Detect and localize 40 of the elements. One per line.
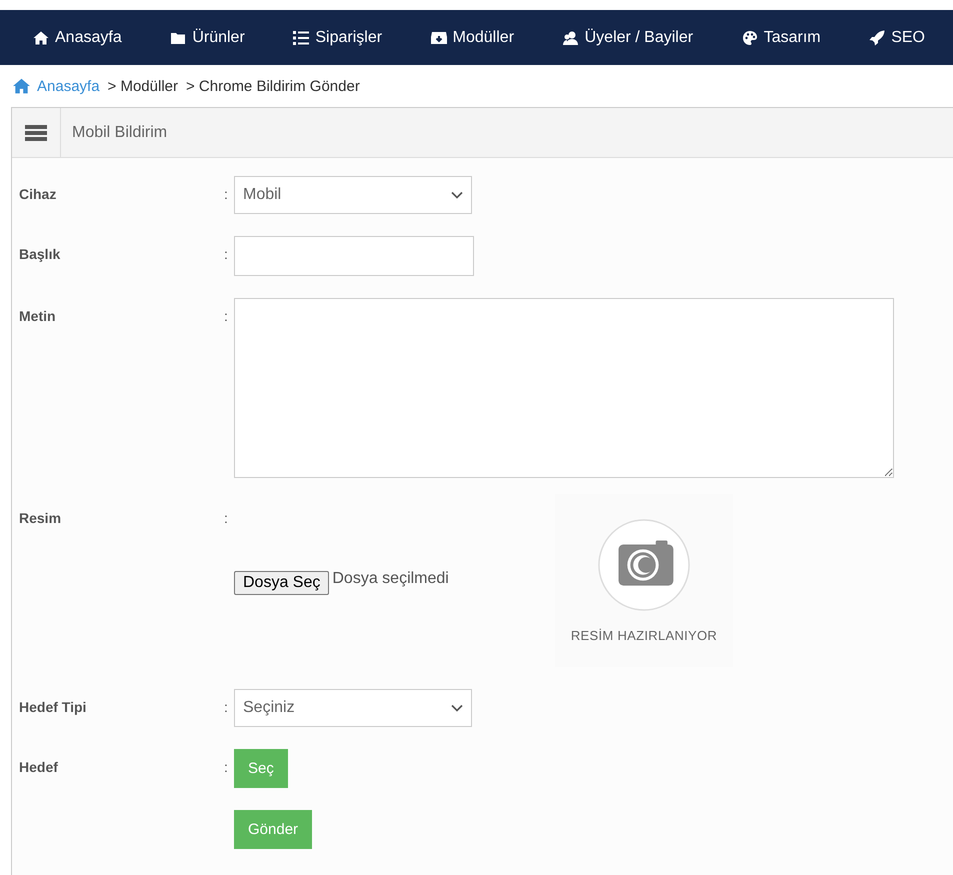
field-label: Resim [18, 509, 62, 526]
field-label: Cihaz [18, 185, 58, 202]
menu-icon [25, 124, 47, 140]
choose-file-button[interactable]: Dosya Seç [234, 571, 330, 595]
field-label: Hedef Tipi [18, 698, 88, 715]
nav-item[interactable]: Ürünler [170, 28, 245, 46]
text-field[interactable] [234, 236, 474, 276]
select-field[interactable]: Mobil [234, 176, 472, 214]
nav-item[interactable]: Tasarım [742, 28, 821, 46]
chevron-down-icon [451, 704, 463, 712]
file-status: Dosya seçilmedi [332, 570, 449, 588]
field-label: Hedef [18, 758, 59, 775]
nav-item[interactable]: Siparişler [293, 28, 382, 46]
breadcrumb-item: > Chrome Bildirim Gönder [186, 78, 360, 94]
list-icon [293, 30, 310, 46]
breadcrumb-item: > Modüller [108, 78, 178, 94]
home-icon [12, 77, 31, 95]
camera-icon [597, 518, 691, 612]
nav-item[interactable]: Anasayfa [33, 28, 122, 46]
panel-title: Mobil Bildirim [71, 124, 168, 142]
nav-item[interactable]: SEO [869, 28, 925, 46]
separator: : [224, 245, 229, 262]
home-icon [33, 30, 49, 46]
archive-icon [430, 30, 447, 46]
users-icon [562, 30, 579, 46]
chevron-down-icon [451, 191, 463, 199]
text-area[interactable] [234, 298, 894, 478]
separator: : [224, 185, 229, 202]
separator: : [224, 509, 229, 526]
palette-icon [742, 30, 758, 46]
separator: : [224, 698, 229, 715]
field-label: Metin [18, 307, 57, 324]
nav-item[interactable]: Modüller [430, 28, 514, 46]
placeholder-caption: RESİM HAZIRLANIYOR [570, 628, 718, 643]
separator: : [224, 758, 229, 775]
rocket-icon [869, 30, 886, 46]
nav-item[interactable]: Üyeler / Bayiler [562, 28, 694, 46]
select-field[interactable]: Seçiniz [234, 689, 472, 727]
field-label: Başlık [18, 245, 62, 262]
separator: : [224, 307, 229, 324]
